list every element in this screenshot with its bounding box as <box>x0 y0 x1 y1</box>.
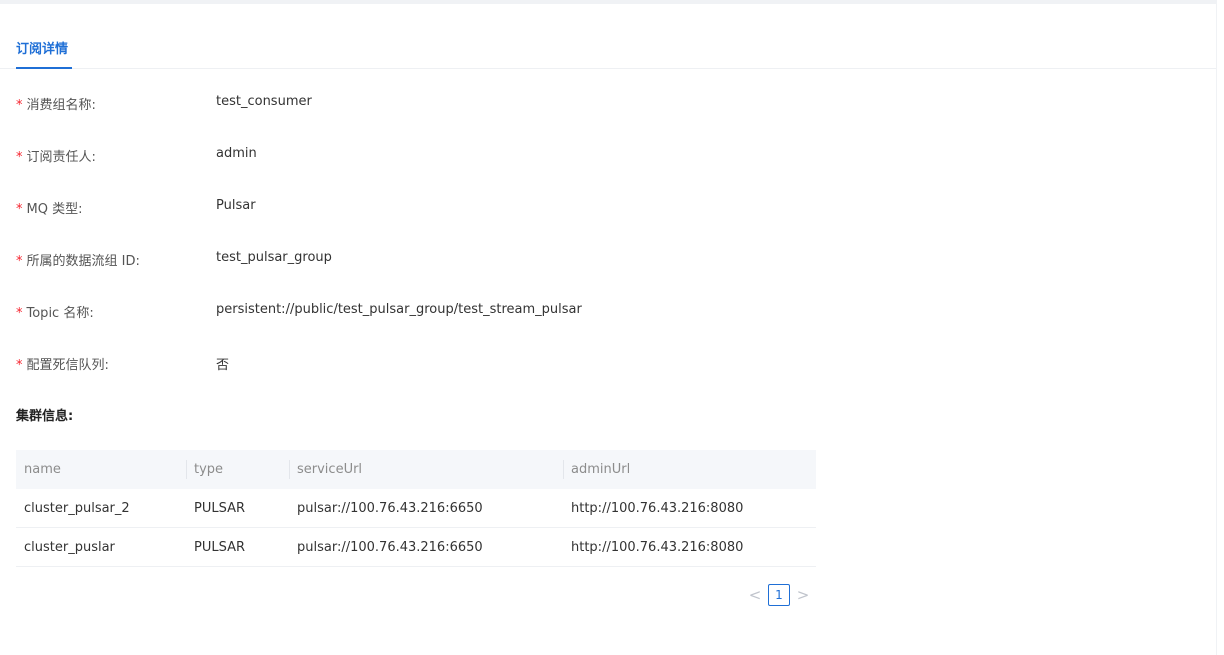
tab-subscription-details[interactable]: 订阅详情 <box>16 38 68 57</box>
field-value-owner: admin <box>216 146 257 161</box>
field-label-mq-type: * MQ 类型: <box>16 202 83 217</box>
field-value-dead-letter: 否 <box>216 358 230 373</box>
cluster-table: name type serviceUrl adminUrl cluster_pu… <box>16 450 816 567</box>
column-header-name: name <box>16 450 186 489</box>
field-label-dead-letter: * 配置死信队列: <box>16 358 109 373</box>
next-page-icon[interactable]: > <box>796 584 810 606</box>
cell-serviceurl: pulsar://100.76.43.216:6650 <box>289 489 563 528</box>
required-mark: * <box>16 98 23 113</box>
field-label-consumer-group: * 消费组名称: <box>16 98 96 113</box>
column-header-adminurl: adminUrl <box>563 450 816 489</box>
table-header-row: name type serviceUrl adminUrl <box>16 450 816 489</box>
field-value-consumer-group: test_consumer <box>216 94 312 109</box>
cell-name: cluster_puslar <box>16 527 186 567</box>
cluster-section-title: 集群信息: <box>16 409 74 424</box>
cell-adminurl: http://100.76.43.216:8080 <box>563 489 816 528</box>
prev-page-icon[interactable]: < <box>748 584 762 606</box>
field-value-group-id: test_pulsar_group <box>216 250 332 265</box>
cell-adminurl: http://100.76.43.216:8080 <box>563 527 816 567</box>
required-mark: * <box>16 254 23 269</box>
table-row: cluster_puslar PULSAR pulsar://100.76.43… <box>16 527 816 567</box>
field-value-topic: persistent://public/test_pulsar_group/te… <box>216 302 582 317</box>
cell-type: PULSAR <box>186 489 289 528</box>
column-header-serviceurl: serviceUrl <box>289 450 563 489</box>
tab-active-indicator <box>16 67 72 69</box>
cell-name: cluster_pulsar_2 <box>16 489 186 528</box>
column-header-type: type <box>186 450 289 489</box>
field-label-owner: * 订阅责任人: <box>16 150 96 165</box>
cell-type: PULSAR <box>186 527 289 567</box>
required-mark: * <box>16 306 23 321</box>
required-mark: * <box>16 358 23 373</box>
required-mark: * <box>16 150 23 165</box>
cell-serviceurl: pulsar://100.76.43.216:6650 <box>289 527 563 567</box>
table-row: cluster_pulsar_2 PULSAR pulsar://100.76.… <box>16 489 816 528</box>
field-value-mq-type: Pulsar <box>216 198 256 213</box>
scroll-edge <box>1216 0 1224 655</box>
tab-bar: 订阅详情 <box>0 4 1216 69</box>
pagination: < 1 > <box>748 584 810 606</box>
field-label-group-id: * 所属的数据流组 ID: <box>16 254 140 269</box>
page-1-button[interactable]: 1 <box>768 584 790 606</box>
field-label-topic: * Topic 名称: <box>16 306 94 321</box>
required-mark: * <box>16 202 23 217</box>
